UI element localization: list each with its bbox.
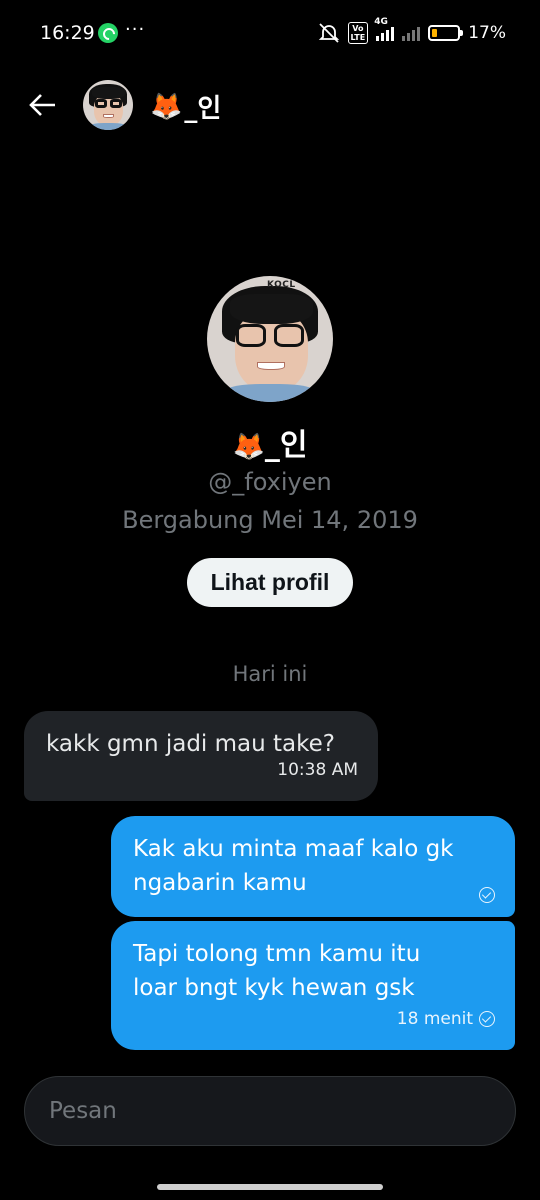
whatsapp-icon: [98, 23, 118, 43]
profile-summary: KOCL 🦊_인 @_foxiyen Bergabung Mei 14, 201…: [0, 276, 540, 607]
signal-icon: 4G: [374, 17, 395, 41]
profile-avatar[interactable]: KOCL: [207, 276, 333, 402]
fox-emoji-icon: 🦊: [150, 91, 183, 122]
header-username-text: _인: [184, 94, 222, 124]
view-profile-button[interactable]: Lihat profil: [186, 558, 354, 607]
message-text-line: ngabarin kamu: [133, 870, 307, 896]
profile-joined-date: Bergabung Mei 14, 2019: [122, 506, 418, 534]
sent-check-icon: [479, 887, 495, 903]
signal-icon-secondary: [402, 25, 421, 41]
sent-check-icon: [479, 1011, 495, 1027]
fox-emoji-icon: 🦊: [232, 432, 265, 462]
battery-icon: [428, 25, 464, 41]
message-bubble-outgoing[interactable]: Tapi tolong tmn kamu itu loar bngt kyk h…: [111, 921, 515, 1050]
message-composer: [24, 1076, 516, 1146]
message-meta: 18 menit: [397, 1002, 495, 1036]
status-indicators: Vo LTE 4G 17%: [318, 17, 506, 44]
day-separator: Hari ini: [232, 662, 308, 686]
back-arrow-icon[interactable]: [26, 88, 60, 122]
message-text-line: Kak aku minta maaf kalo gk: [133, 836, 454, 862]
message-meta: 10:38 AM: [277, 753, 358, 787]
message-bubble-outgoing[interactable]: Kak aku minta maaf kalo gk ngabarin kamu: [111, 816, 515, 917]
profile-handle: @_foxiyen: [208, 468, 332, 496]
mute-icon: [318, 23, 340, 43]
volte-icon: Vo LTE: [347, 22, 369, 44]
profile-name-text: _인: [264, 428, 308, 463]
header-avatar[interactable]: [83, 80, 133, 130]
message-time: 18 menit: [396, 1009, 473, 1029]
profile-name: 🦊_인: [0, 420, 540, 463]
home-indicator[interactable]: [157, 1184, 383, 1190]
message-text-line: Tapi tolong tmn kamu itu: [133, 941, 421, 967]
status-time: 16:29: [40, 22, 95, 44]
header-username[interactable]: 🦊 _인: [150, 88, 221, 125]
status-bar: 16:29 ··· Vo LTE 4G 17%: [0, 0, 540, 68]
avatar-caption: KOCL: [267, 280, 296, 290]
message-text-line: loar bngt kyk hewan gsk: [133, 975, 415, 1001]
message-bubble-incoming[interactable]: kakk gmn jadi mau take? 10:38 AM: [24, 711, 378, 801]
battery-percent: 17%: [468, 23, 506, 43]
more-notifications-icon: ···: [125, 19, 146, 40]
message-time: 10:38 AM: [277, 760, 358, 780]
message-input[interactable]: [25, 1077, 515, 1145]
message-meta: [479, 887, 495, 903]
conversation-header: 🦊 _인: [0, 78, 540, 134]
